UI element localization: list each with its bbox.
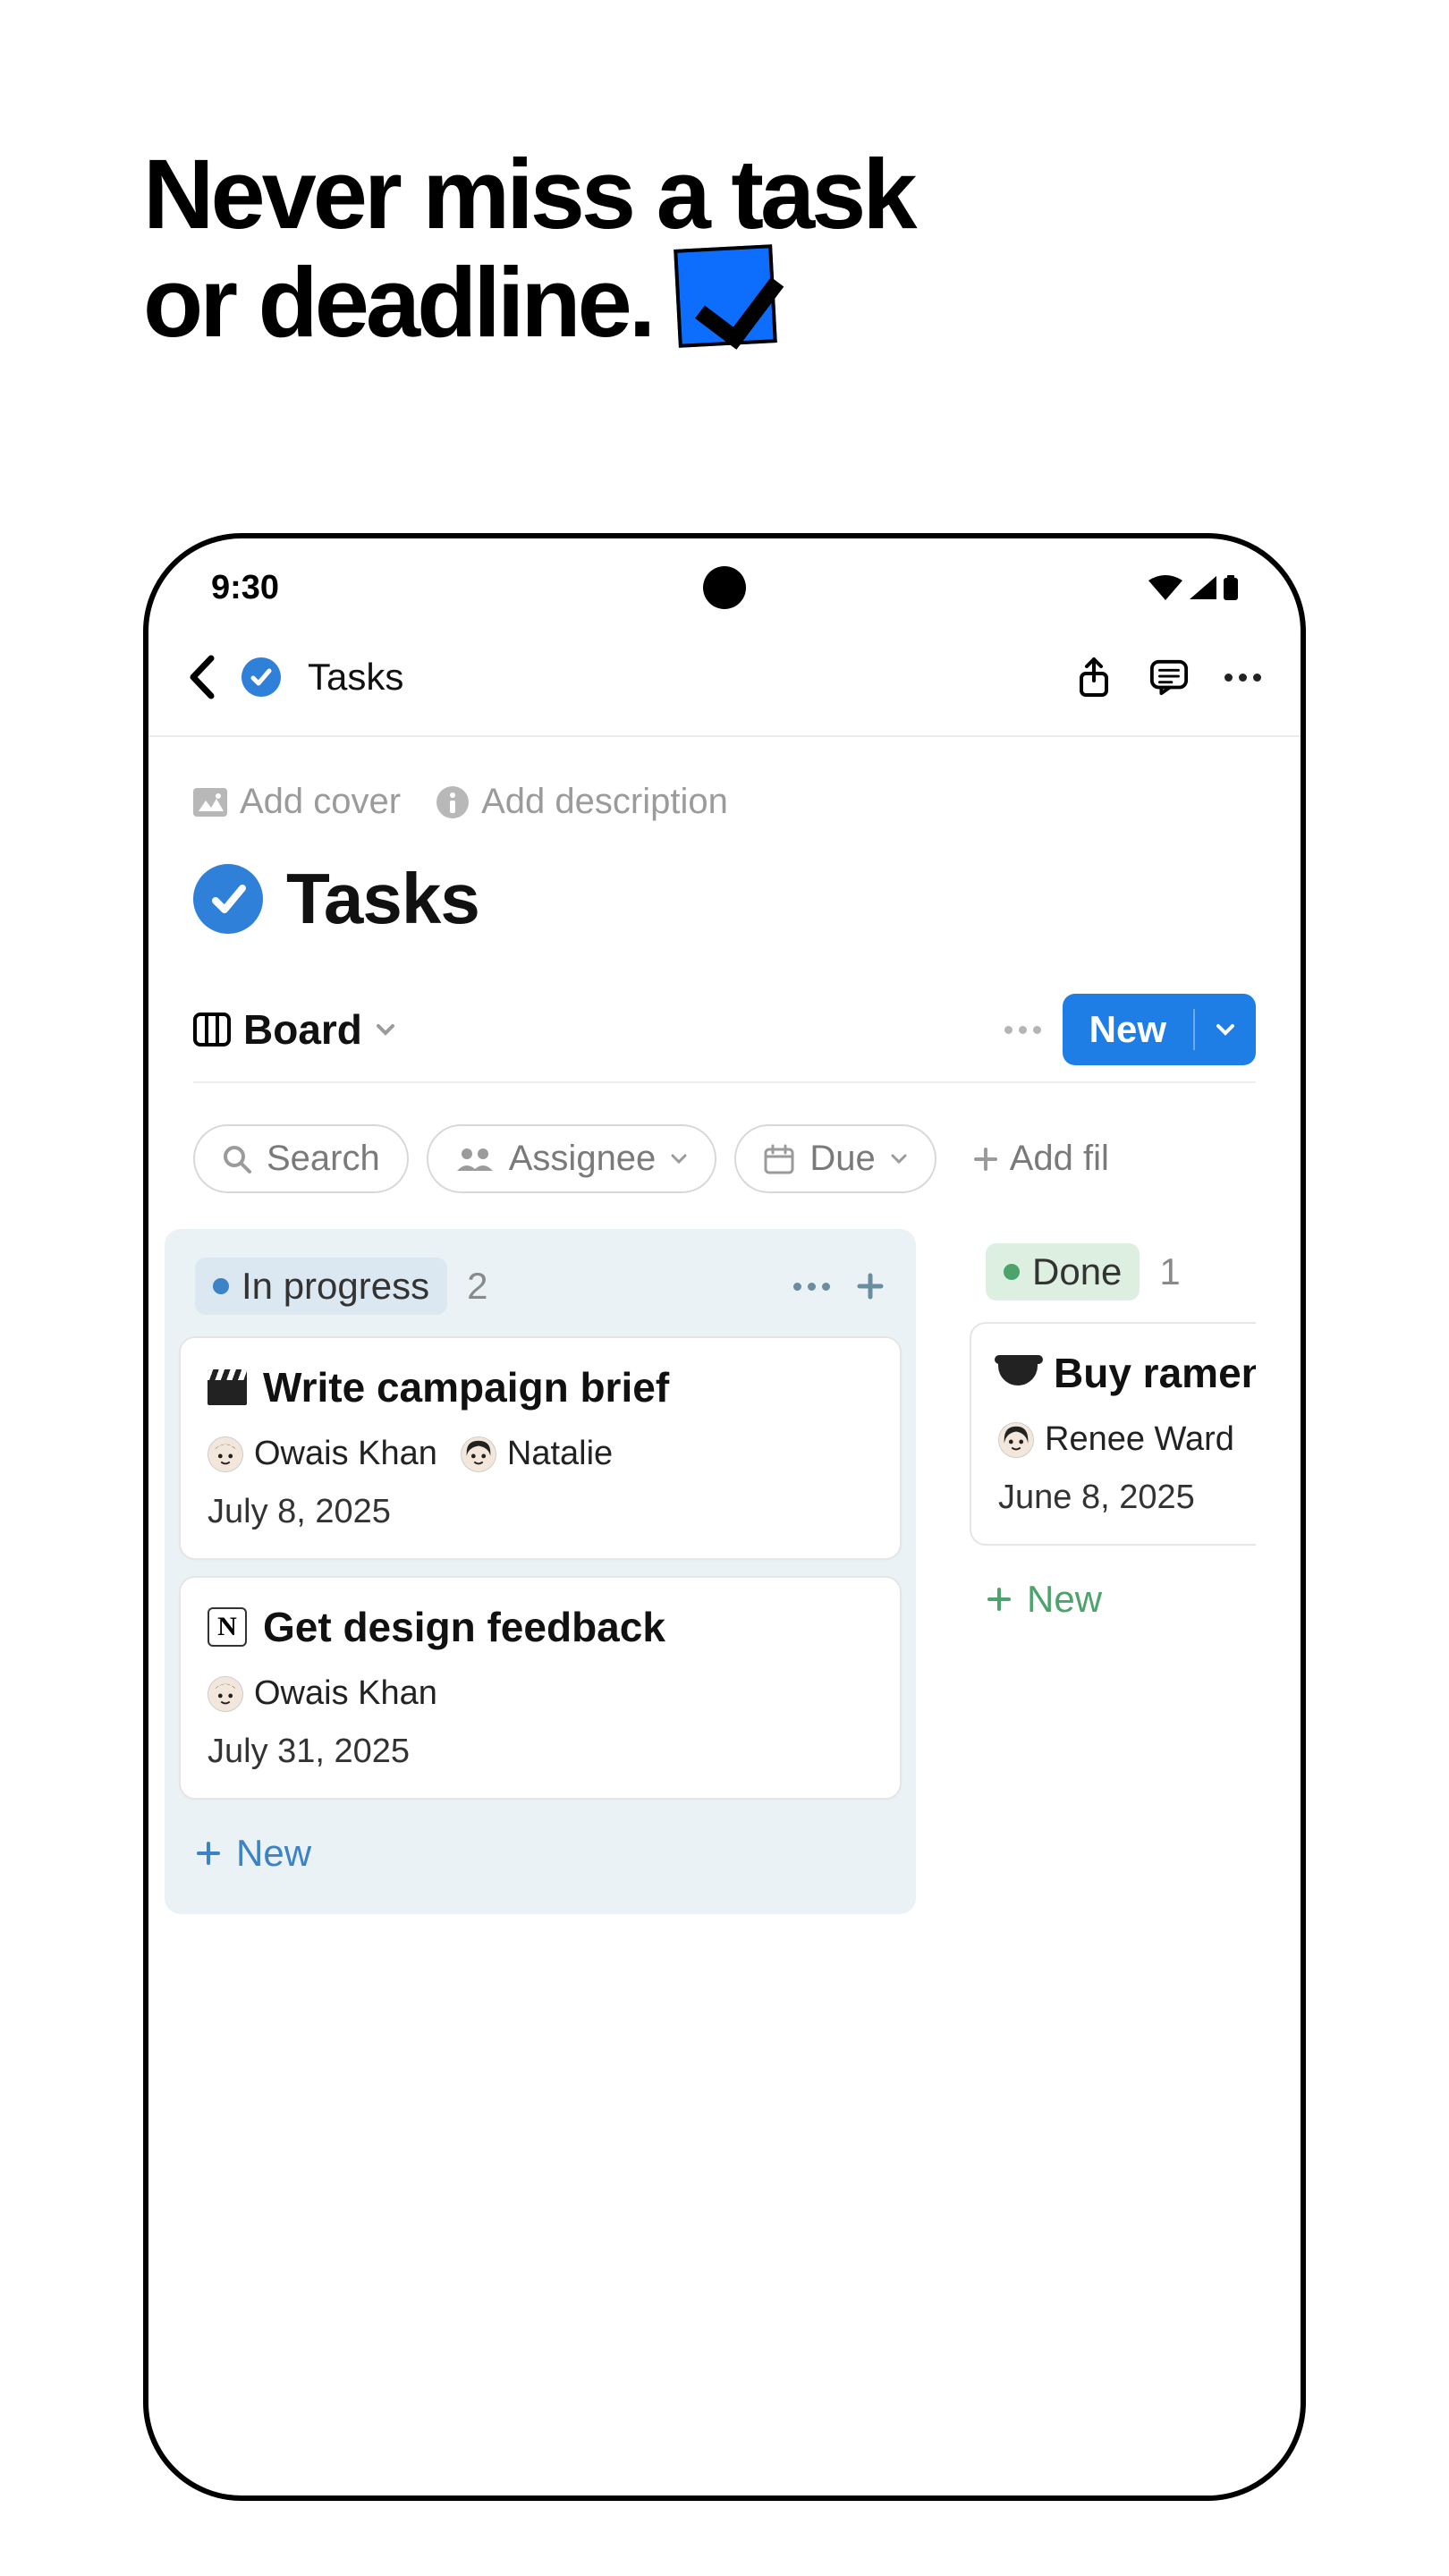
avatar xyxy=(208,1676,243,1712)
new-item-dropdown[interactable] xyxy=(1195,1022,1256,1037)
card-date: July 8, 2025 xyxy=(208,1493,873,1531)
task-card[interactable]: Buy ramen Renee Ward June 8, 2025 xyxy=(970,1322,1256,1546)
calendar-icon xyxy=(763,1144,795,1174)
column-add-button[interactable] xyxy=(855,1271,886,1301)
app-header: Tasks xyxy=(148,637,1301,737)
page-title-icon xyxy=(193,864,263,934)
column-status-pill[interactable]: Done xyxy=(986,1243,1140,1301)
avatar xyxy=(998,1422,1034,1458)
card-title: Write campaign brief xyxy=(263,1363,669,1411)
card-assignees: Renee Ward xyxy=(998,1420,1256,1459)
column-in-progress: In progress 2 Write campaign brie xyxy=(165,1229,916,1914)
back-button[interactable] xyxy=(188,655,215,699)
camera-notch xyxy=(703,566,746,609)
due-filter[interactable]: Due xyxy=(734,1124,936,1193)
task-card[interactable]: N Get design feedback Owais Khan July 31… xyxy=(179,1576,902,1800)
wifi-icon xyxy=(1148,575,1182,600)
add-description-button[interactable]: Add description xyxy=(436,782,728,822)
add-filter-button[interactable]: Add fil xyxy=(972,1139,1109,1179)
new-item-button[interactable]: New xyxy=(1063,994,1256,1065)
card-title: Buy ramen xyxy=(1054,1349,1256,1397)
column-count: 1 xyxy=(1159,1250,1180,1293)
board-columns: In progress 2 Write campaign brie xyxy=(165,1229,1256,1914)
board-icon xyxy=(193,1013,231,1046)
card-date: July 31, 2025 xyxy=(208,1733,873,1771)
marketing-headline: Never miss a task or deadline. xyxy=(143,143,1306,354)
chevron-down-icon xyxy=(375,1022,396,1037)
plus-icon xyxy=(972,1146,999,1173)
column-done: Done 1 Buy ramen Renee xyxy=(955,1229,1256,1914)
share-button[interactable] xyxy=(1074,657,1114,697)
bowl-icon xyxy=(998,1353,1038,1393)
card-date: June 8, 2025 xyxy=(998,1479,1256,1517)
cell-signal-icon xyxy=(1190,576,1216,599)
column-count: 2 xyxy=(467,1265,487,1308)
checkmark-box-icon xyxy=(674,244,777,348)
task-card[interactable]: Write campaign brief Owais Khan Natalie … xyxy=(179,1336,902,1560)
avatar xyxy=(461,1436,496,1472)
chevron-down-icon xyxy=(890,1153,908,1165)
status-indicators xyxy=(1148,575,1238,600)
plus-icon xyxy=(986,1586,1013,1613)
card-assignees: Owais Khan Natalie xyxy=(208,1435,873,1473)
avatar xyxy=(208,1436,243,1472)
notion-icon: N xyxy=(208,1607,247,1647)
battery-icon xyxy=(1224,575,1238,600)
comments-button[interactable] xyxy=(1149,657,1189,697)
column-more-button[interactable] xyxy=(793,1283,830,1291)
filter-bar: Search Assignee Due Add fil xyxy=(193,1101,1256,1229)
card-title: Get design feedback xyxy=(263,1603,665,1651)
plus-icon xyxy=(195,1840,222,1867)
status-bar: 9:30 xyxy=(148,538,1301,637)
add-cover-button[interactable]: Add cover xyxy=(193,782,401,822)
page-title[interactable]: Tasks xyxy=(286,858,479,940)
phone-frame: 9:30 Tasks xyxy=(143,533,1306,2501)
people-icon xyxy=(455,1146,495,1173)
status-time: 9:30 xyxy=(211,569,279,607)
chevron-down-icon xyxy=(670,1153,688,1165)
card-assignees: Owais Khan xyxy=(208,1674,873,1713)
column-new-button[interactable]: New xyxy=(970,1562,1256,1637)
clapperboard-icon xyxy=(208,1368,247,1407)
column-new-button[interactable]: New xyxy=(179,1816,902,1891)
status-dot-icon xyxy=(1004,1264,1020,1280)
more-menu-button[interactable] xyxy=(1224,674,1261,682)
column-status-pill[interactable]: In progress xyxy=(195,1258,447,1315)
view-name: Board xyxy=(243,1005,362,1054)
view-more-button[interactable] xyxy=(1004,1026,1041,1034)
view-selector[interactable]: Board xyxy=(193,1005,396,1054)
assignee-filter[interactable]: Assignee xyxy=(427,1124,717,1193)
page-icon xyxy=(242,657,281,697)
search-pill[interactable]: Search xyxy=(193,1124,409,1193)
page-title-row: Tasks xyxy=(193,858,1256,940)
search-icon xyxy=(222,1144,252,1174)
breadcrumb-title[interactable]: Tasks xyxy=(308,656,403,699)
status-dot-icon xyxy=(213,1278,229,1294)
